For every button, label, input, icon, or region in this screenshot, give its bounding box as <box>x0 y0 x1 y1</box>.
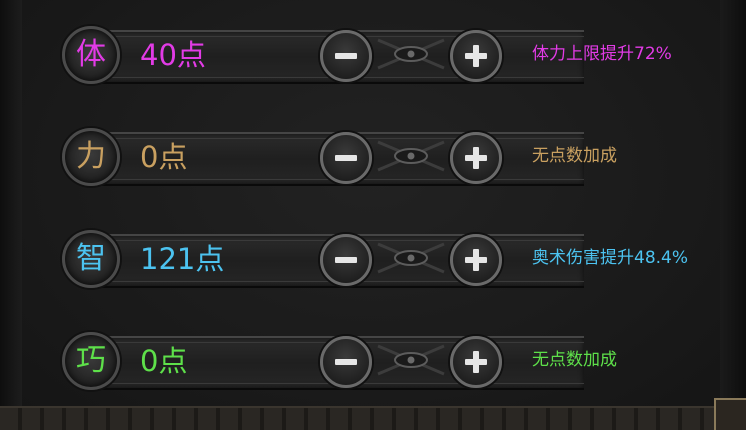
corner-ornament <box>714 398 746 430</box>
plus-icon <box>463 349 489 375</box>
stat-points-intellect: 121点 <box>140 242 225 276</box>
stat-row-dexterity: 巧 0点 无点数加成 <box>58 330 698 394</box>
attribute-panel: 体 40点 体力上限提升72% 力 0点 无点数加成 智 121点 奥术伤害提升… <box>0 0 746 430</box>
stat-badge-strength: 力 <box>62 128 120 186</box>
decrease-dexterity-button[interactable] <box>320 336 372 388</box>
stat-row-strength: 力 0点 无点数加成 <box>58 126 698 190</box>
panel-right-border <box>720 0 746 430</box>
stat-points-strength: 0点 <box>140 140 188 174</box>
increase-intellect-button[interactable] <box>450 234 502 286</box>
stat-row-stamina: 体 40点 体力上限提升72% <box>58 24 698 88</box>
increase-strength-button[interactable] <box>450 132 502 184</box>
stat-row-intellect: 智 121点 奥术伤害提升48.4% <box>58 228 698 292</box>
minus-icon <box>333 145 359 171</box>
stat-bonus-dexterity: 无点数加成 <box>532 350 617 370</box>
increase-dexterity-button[interactable] <box>450 336 502 388</box>
stat-points-stamina: 40点 <box>140 38 206 72</box>
stat-bonus-intellect: 奥术伤害提升48.4% <box>532 248 689 268</box>
eye-ornament-icon <box>377 344 445 376</box>
stat-points-dexterity: 0点 <box>140 344 188 378</box>
increase-stamina-button[interactable] <box>450 30 502 82</box>
plus-icon <box>463 145 489 171</box>
stat-bonus-stamina: 体力上限提升72% <box>532 44 672 64</box>
minus-icon <box>333 43 359 69</box>
plus-icon <box>463 43 489 69</box>
eye-ornament-icon <box>377 242 445 274</box>
panel-bottom-border <box>0 406 746 430</box>
stat-badge-intellect: 智 <box>62 230 120 288</box>
decrease-strength-button[interactable] <box>320 132 372 184</box>
eye-ornament-icon <box>377 140 445 172</box>
decrease-stamina-button[interactable] <box>320 30 372 82</box>
eye-ornament-icon <box>377 38 445 70</box>
panel-left-border <box>0 0 22 430</box>
minus-icon <box>333 349 359 375</box>
stat-badge-stamina: 体 <box>62 26 120 84</box>
stat-badge-dexterity: 巧 <box>62 332 120 390</box>
plus-icon <box>463 247 489 273</box>
minus-icon <box>333 247 359 273</box>
stat-bonus-strength: 无点数加成 <box>532 146 617 166</box>
decrease-intellect-button[interactable] <box>320 234 372 286</box>
